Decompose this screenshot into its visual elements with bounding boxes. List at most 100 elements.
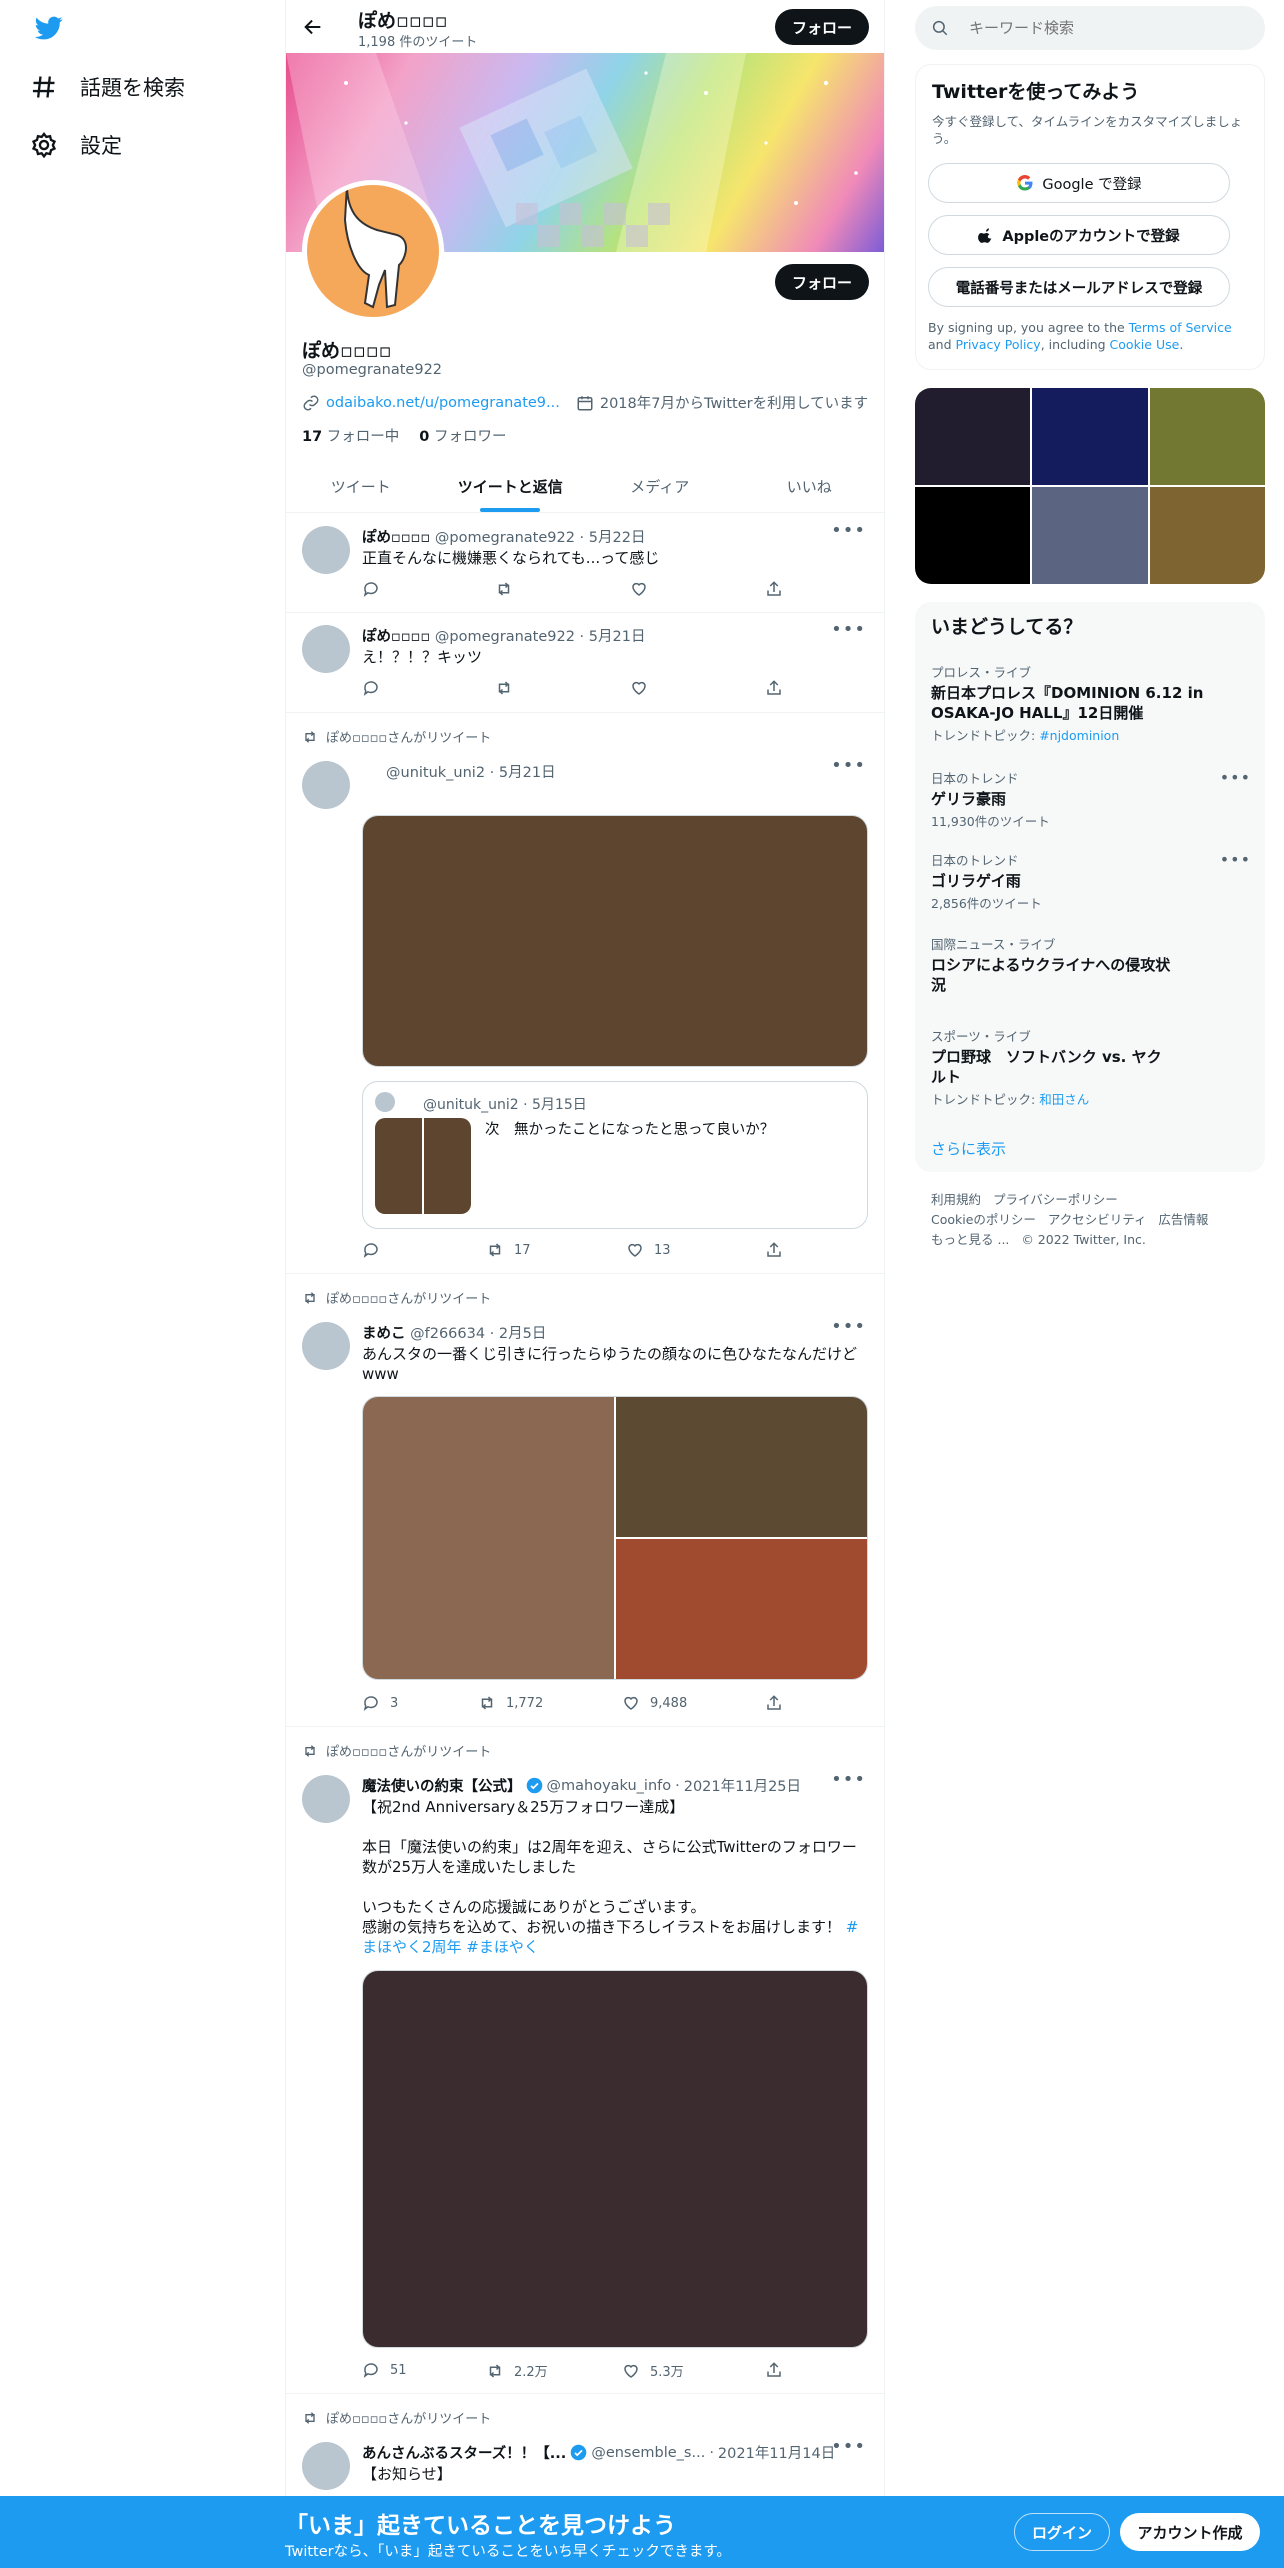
trend-item[interactable]: 日本のトレンド ゴリラゲイ雨 2,856件のツイート ••• <box>931 850 1251 912</box>
signup-button[interactable]: アカウント作成 <box>1120 2513 1260 2551</box>
tweet-author-handle[interactable]: @ensemble_s... <box>591 2445 705 2461</box>
trend-item[interactable]: スポーツ・ライブ プロ野球 ソフトバンク vs. ヤクルト トレンドトピック: … <box>931 1026 1171 1108</box>
footer-link[interactable]: アクセシビリティ <box>1048 1212 1147 1227</box>
trend-item[interactable]: 日本のトレンド ゲリラ豪雨 11,930件のツイート ••• <box>931 768 1251 830</box>
tweet-avatar[interactable] <box>302 2442 350 2490</box>
grid-photo[interactable] <box>1149 388 1265 485</box>
profile-follow-button[interactable]: フォロー <box>775 264 869 300</box>
share-button[interactable] <box>765 679 783 697</box>
reply-button[interactable]: 51 <box>362 2361 407 2379</box>
tweet-avatar[interactable] <box>302 1775 350 1823</box>
tweet-more-button[interactable]: ••• <box>831 1316 866 1337</box>
tweet[interactable]: ぽめ▫▫▫▫さんがリツイート あんさんぶるスターズ！！【... @ensemble… <box>286 2394 884 2504</box>
tweet-avatar[interactable] <box>302 625 350 673</box>
tweet[interactable]: ぽめ▫▫▫▫さんがリツイート @unituk_uni2 · 5月21日 ••• … <box>286 713 884 1274</box>
retweet-button[interactable] <box>495 679 513 697</box>
tweet-author-handle[interactable]: @unituk_uni2 <box>386 765 485 781</box>
tweet-media[interactable] <box>362 1970 868 2348</box>
tweet-more-button[interactable]: ••• <box>831 619 866 640</box>
tweet-date[interactable]: 5月22日 <box>589 530 646 546</box>
retweet-context-label[interactable]: ぽめ▫▫▫▫さんがリツイート <box>326 1288 491 1307</box>
terms-of-service-link[interactable]: Terms of Service <box>1129 320 1232 335</box>
tweet[interactable]: ぽめ▫▫▫▫ @pomegranate922 · 5月22日 ••• 正直そんな… <box>286 514 884 613</box>
retweet-context-label[interactable]: ぽめ▫▫▫▫さんがリツイート <box>326 2408 491 2427</box>
trend-item[interactable]: 国際ニュース・ライブ ロシアによるウクライナへの侵攻状況 <box>931 934 1171 995</box>
tweet-avatar[interactable] <box>302 1322 350 1370</box>
like-button[interactable]: 9,488 <box>622 1694 687 1712</box>
share-button[interactable] <box>765 1694 783 1712</box>
like-button[interactable] <box>630 580 648 598</box>
reply-button[interactable] <box>362 679 380 697</box>
tab-media[interactable]: メディア <box>585 460 735 512</box>
twitter-logo-icon[interactable] <box>32 14 66 42</box>
profile-website-link[interactable]: odaibako.net/u/pomegranate9... <box>326 395 560 411</box>
tweet-avatar[interactable] <box>302 526 350 574</box>
profile-avatar[interactable] <box>302 180 444 322</box>
cookie-use-link[interactable]: Cookie Use <box>1110 337 1180 352</box>
reply-button[interactable]: 3 <box>362 1694 398 1712</box>
footer-more-link[interactable]: もっと見る ... <box>931 1232 1009 1247</box>
tab-tweets-and-replies[interactable]: ツイートと返信 <box>436 460 586 512</box>
tweet-author-handle[interactable]: @f266634 <box>410 1326 485 1342</box>
tweet-media[interactable] <box>362 1396 868 1680</box>
tweet[interactable]: ぽめ▫▫▫▫さんがリツイート 魔法使いの約束【公式】 @mahoyaku_info… <box>286 1727 884 2394</box>
quote-tweet[interactable]: @unituk_uni2 · 5月15日 次 無かったことになったと思って良いか… <box>362 1081 868 1229</box>
nav-settings[interactable]: 設定 <box>30 130 122 160</box>
tweet-author-name[interactable]: ぽめ▫▫▫▫ <box>362 530 430 546</box>
following-link[interactable]: 17 フォロー中 <box>302 425 399 446</box>
tweet[interactable]: ぽめ▫▫▫▫さんがリツイート まめこ @f266634 · 2月5日 ••• あ… <box>286 1274 884 1727</box>
tab-likes[interactable]: いいね <box>735 460 885 512</box>
google-signup-button[interactable]: Google で登録 <box>928 163 1230 203</box>
grid-photo[interactable] <box>1149 487 1265 584</box>
tweet[interactable]: ぽめ▫▫▫▫ @pomegranate922 · 5月21日 ••• え！？！？… <box>286 613 884 713</box>
retweet-button[interactable]: 17 <box>486 1241 531 1259</box>
footer-link[interactable]: プライバシーポリシー <box>993 1192 1118 1207</box>
reply-button[interactable] <box>362 580 380 598</box>
trend-item[interactable]: プロレス・ライブ 新日本プロレス『DOMINION 6.12 in OSAKA-… <box>931 662 1251 744</box>
retweet-context-label[interactable]: ぽめ▫▫▫▫さんがリツイート <box>326 1741 491 1760</box>
tweet-more-button[interactable]: ••• <box>831 1769 866 1790</box>
tweet-media[interactable] <box>362 815 868 1067</box>
tweet-more-button[interactable]: ••• <box>831 2436 866 2457</box>
tweet-date[interactable]: 2021年11月25日 <box>684 1775 801 1796</box>
privacy-policy-link[interactable]: Privacy Policy <box>956 337 1041 352</box>
show-more-trends-link[interactable]: さらに表示 <box>931 1138 1006 1159</box>
trend-sub-link[interactable]: 和田さん <box>1039 1092 1089 1107</box>
tab-tweets[interactable]: ツイート <box>286 460 436 512</box>
grid-photo[interactable] <box>915 388 1031 485</box>
nav-explore[interactable]: 話題を検索 <box>30 72 185 102</box>
tweet-more-button[interactable]: ••• <box>831 755 866 776</box>
tweet-avatar[interactable] <box>302 761 350 809</box>
tweet-author-name[interactable]: あんさんぶるスターズ！！【... <box>362 2442 566 2463</box>
retweet-button[interactable] <box>495 580 513 598</box>
tweet-date[interactable]: 2021年11月14日 <box>718 2442 835 2463</box>
apple-signup-button[interactable]: Appleのアカウントで登録 <box>928 215 1230 255</box>
share-button[interactable] <box>765 580 783 598</box>
tweet-author-name[interactable]: ぽめ▫▫▫▫ <box>362 629 430 645</box>
tweet-author-handle[interactable]: @pomegranate922 <box>435 629 575 645</box>
search-box[interactable] <box>915 6 1265 50</box>
like-button[interactable]: 5.3万 <box>622 2361 684 2380</box>
retweet-button[interactable]: 2.2万 <box>486 2361 548 2380</box>
tweet-author-name[interactable]: 魔法使いの約束【公式】 <box>362 1775 522 1796</box>
footer-link[interactable]: 利用規約 <box>931 1192 981 1207</box>
grid-photo[interactable] <box>1032 487 1148 584</box>
tweet-more-button[interactable]: ••• <box>831 520 866 541</box>
back-arrow-icon[interactable] <box>302 16 324 38</box>
share-button[interactable] <box>765 2361 783 2379</box>
footer-link[interactable]: Cookieのポリシー <box>931 1212 1036 1227</box>
retweet-button[interactable]: 1,772 <box>478 1694 543 1712</box>
like-button[interactable] <box>630 679 648 697</box>
header-follow-button[interactable]: フォロー <box>775 9 869 45</box>
reply-button[interactable] <box>362 1241 380 1259</box>
grid-photo[interactable] <box>1032 388 1148 485</box>
share-button[interactable] <box>765 1241 783 1259</box>
trend-more-button[interactable]: ••• <box>1220 768 1251 787</box>
retweet-context-label[interactable]: ぽめ▫▫▫▫さんがリツイート <box>326 727 491 746</box>
footer-link[interactable]: 広告情報 <box>1158 1212 1208 1227</box>
tweet-date[interactable]: 5月21日 <box>589 629 646 645</box>
like-button[interactable]: 13 <box>626 1241 671 1259</box>
search-input[interactable] <box>969 19 1229 37</box>
tweet-date[interactable]: 2月5日 <box>499 1326 546 1342</box>
grid-photo[interactable] <box>915 487 1031 584</box>
